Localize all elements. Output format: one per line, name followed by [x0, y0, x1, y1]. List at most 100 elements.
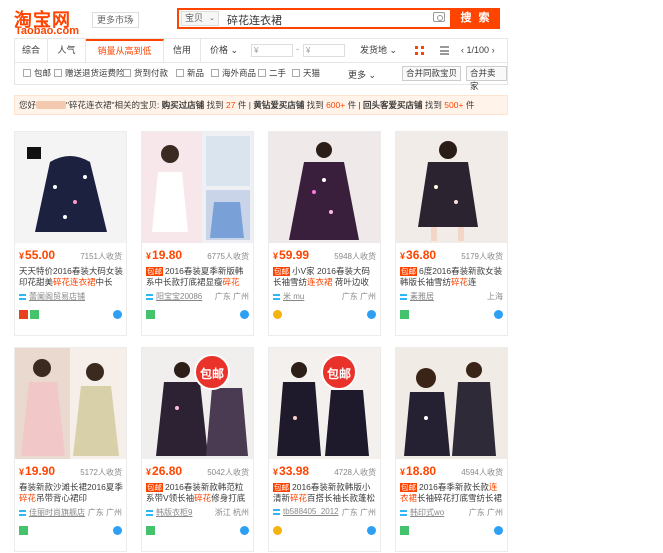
product-price: ¥33.98	[273, 464, 310, 478]
wangwang-chat-icon[interactable]	[113, 526, 122, 535]
wangwang-chat-icon[interactable]	[367, 526, 376, 535]
shop-link[interactable]: 蕾阑阁贸易店铺	[19, 291, 85, 302]
product-title[interactable]: 包邮 2016春季新款长款连衣裙长袖碎花打底雪纺长裙	[400, 482, 505, 504]
product-image[interactable]: 包邮	[142, 348, 253, 459]
product-title[interactable]: 春装新款沙滩长裙2016夏季碎花吊带背心裙印	[19, 482, 124, 504]
wangwang-chat-icon[interactable]	[494, 526, 503, 535]
free-shipping-tag: 包邮	[400, 267, 417, 276]
wangwang-chat-icon[interactable]	[113, 310, 122, 319]
product-title[interactable]: 包邮 小V家 2016春装大码长袖雪纺连衣裙 荷叶边收	[273, 266, 378, 288]
product-card[interactable]: ¥18.80 4594人收货 包邮 2016春季新款长款连衣裙长袖碎花打底雪纺长裙…	[395, 347, 508, 552]
sort-tab-price[interactable]: 价格 ⌄	[201, 39, 247, 62]
service-badges	[273, 526, 284, 536]
free-shipping-tag: 包邮	[273, 483, 290, 492]
service-badge-icon[interactable]	[30, 310, 39, 319]
service-badges	[400, 310, 411, 320]
product-title[interactable]: 包邮 2016春装夏季新版韩系中长款打底裙显瘦碎花	[146, 266, 251, 288]
ship-location: 广东 广州	[87, 508, 122, 517]
product-card[interactable]: ¥59.99 5948人收货 包邮 小V家 2016春装大码长袖雪纺连衣裙 荷叶边…	[268, 131, 381, 336]
product-title[interactable]: 包邮2016春装新款韩范粒系带V领长袖碎花修身打底mm雪纺	[146, 482, 251, 504]
more-markets-dropdown[interactable]: 更多市场 ⌄	[92, 12, 139, 28]
more-filters[interactable]: 更多 ⌄	[348, 68, 376, 81]
product-price: ¥26.80	[146, 464, 183, 478]
pager[interactable]: ‹ 1/100 ›	[461, 39, 495, 62]
shop-icon	[400, 510, 407, 516]
filter-overseas[interactable]: 海外商品	[211, 68, 256, 78]
sold-count: 4728人收货	[334, 468, 376, 477]
filter-new[interactable]: 新品	[176, 68, 204, 78]
free-shipping-tag: 包邮	[400, 483, 417, 492]
shop-link[interactable]: 阳宝宝20086	[146, 291, 202, 302]
filter-secondhand[interactable]: 二手	[258, 68, 286, 78]
product-card[interactable]: 包邮 ¥33.98 4728人收货 包邮 2016春装新款韩版小清新碎花百搭长袖长…	[268, 347, 381, 552]
filter-tmall[interactable]: 天猫	[292, 68, 320, 78]
wangwang-chat-icon[interactable]	[240, 310, 249, 319]
filter-cod[interactable]: 货到付款	[123, 68, 168, 78]
service-badges	[146, 526, 157, 536]
sort-tab-popularity[interactable]: 人气	[48, 39, 86, 62]
merge-same-items-button[interactable]: 合并同款宝贝	[402, 66, 462, 81]
sort-tab-credit[interactable]: 信用	[164, 39, 201, 62]
product-card[interactable]: ¥19.90 5172人收货 春装新款沙滩长裙2016夏季碎花吊带背心裙印 佳丽…	[14, 347, 127, 552]
shop-link[interactable]: tb588405_2012	[273, 507, 339, 516]
product-image[interactable]	[269, 132, 380, 243]
product-image[interactable]	[396, 132, 507, 243]
product-price: ¥59.99	[273, 248, 310, 262]
next-page-icon[interactable]: ›	[492, 45, 495, 55]
wangwang-chat-icon[interactable]	[494, 310, 503, 319]
price-dash: -	[296, 44, 299, 54]
product-card[interactable]: ¥55.00 7151人收货 天天特价2016春装大码女装印花甜美碎花连衣裙中长…	[14, 131, 127, 336]
product-card[interactable]: ¥36.80 5179人收货 包邮 6度2016春装新款女装韩版长袖雪纺碎花连 素…	[395, 131, 508, 336]
service-badge-icon[interactable]	[146, 526, 155, 535]
service-badge-icon[interactable]	[400, 310, 409, 319]
service-badge-icon[interactable]	[400, 526, 409, 535]
product-image[interactable]	[15, 348, 126, 459]
price-max-input[interactable]: ¥	[303, 44, 345, 57]
free-shipping-tag: 包邮	[146, 483, 163, 492]
product-title[interactable]: 包邮 6度2016春装新款女装韩版长袖雪纺碎花连	[400, 266, 505, 288]
service-badge-icon[interactable]	[146, 310, 155, 319]
taobao-logo-en[interactable]: Taobao.com	[15, 25, 79, 37]
shop-link[interactable]: 素雅居	[400, 291, 434, 302]
service-badge-icon[interactable]	[273, 310, 282, 319]
search-button[interactable]: 搜 索	[452, 8, 500, 29]
ship-from-dropdown[interactable]: 发货地 ⌄	[360, 39, 397, 62]
service-badge-icon[interactable]	[273, 526, 282, 535]
grid-view-icon[interactable]	[415, 46, 424, 55]
price-min-input[interactable]: ¥	[251, 44, 293, 57]
wangwang-chat-icon[interactable]	[240, 526, 249, 535]
filter-free-shipping[interactable]: 包邮	[23, 68, 51, 78]
list-view-icon[interactable]	[440, 46, 449, 55]
product-title[interactable]: 天天特价2016春装大码女装印花甜美碎花连衣裙中长	[19, 266, 124, 288]
shop-link[interactable]: 佳丽时尚旗舰店	[19, 507, 85, 518]
product-price: ¥36.80	[400, 248, 437, 262]
sort-tab-sales[interactable]: 销量从高到低	[86, 39, 164, 62]
chevron-down-icon: ⌄	[128, 15, 135, 24]
service-badges	[19, 526, 30, 536]
product-title[interactable]: 包邮2016春装新款韩版小清新碎花百搭长袖长款蓬松显	[273, 482, 378, 504]
product-card[interactable]: ¥19.80 6775人收货 包邮 2016春装夏季新版韩系中长款打底裙显瘦碎花 …	[141, 131, 254, 336]
product-card[interactable]: 包邮 ¥26.80 5042人收货 包邮 2016春装新款韩范粒系带V领长袖碎花修…	[141, 347, 254, 552]
search-input[interactable]: 碎花连衣裙	[227, 12, 282, 28]
wangwang-chat-icon[interactable]	[367, 310, 376, 319]
service-badge-icon[interactable]	[19, 526, 28, 535]
camera-icon[interactable]	[433, 12, 445, 22]
product-image[interactable]: 包邮	[269, 348, 380, 459]
search-type-select[interactable]: 宝贝 ⌄	[181, 11, 219, 26]
blurred-username	[36, 101, 67, 109]
product-image[interactable]	[15, 132, 126, 243]
prev-page-icon[interactable]: ‹	[461, 45, 464, 55]
shop-link[interactable]: 米 mu	[273, 291, 304, 302]
shop-link[interactable]: 韩印式wo	[400, 507, 444, 518]
sold-count: 6775人收货	[207, 252, 249, 261]
sort-tab-default[interactable]: 综合	[15, 39, 48, 62]
sold-count: 5179人收货	[461, 252, 503, 261]
filter-return-insurance[interactable]: 赠送退货运费险	[54, 68, 125, 78]
product-image[interactable]	[142, 132, 253, 243]
service-badges	[400, 526, 411, 536]
service-badge-icon[interactable]	[19, 310, 28, 319]
merge-sellers-button[interactable]: 合并卖家	[466, 66, 507, 91]
product-price: ¥18.80	[400, 464, 437, 478]
product-image[interactable]	[396, 348, 507, 459]
shop-link[interactable]: 韩版衣柜9	[146, 507, 192, 518]
